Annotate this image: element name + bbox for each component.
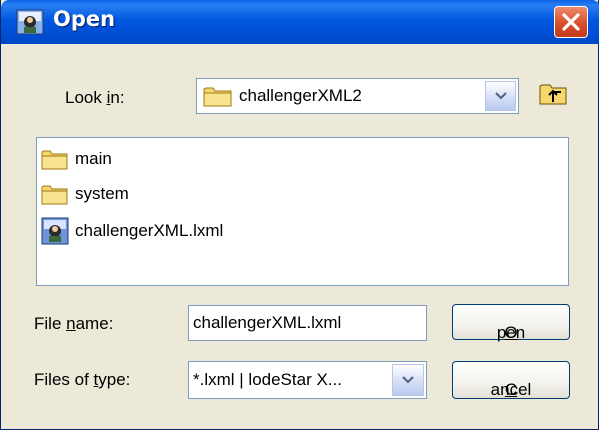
lodestar-app-icon <box>16 9 44 35</box>
file-name-input[interactable]: challengerXML.lxml <box>188 305 427 341</box>
cancel-button[interactable]: Cancel <box>452 361 570 399</box>
up-one-level-button[interactable] <box>537 77 569 109</box>
file-name-value: challengerXML.lxml <box>193 313 342 332</box>
folder-icon <box>203 87 232 107</box>
file-name-label: main <box>75 149 112 168</box>
folder-icon <box>41 185 68 205</box>
chevron-down-icon <box>494 92 507 100</box>
title-bar[interactable]: Open <box>1 0 599 44</box>
list-item-main[interactable]: main <box>41 145 241 173</box>
lxml-file-icon <box>41 217 69 245</box>
files-of-type-value: *.lxml | lodeStar X... <box>193 370 342 389</box>
file-name-label: File name: <box>34 314 114 333</box>
look-in-arrow-button[interactable] <box>485 81 516 111</box>
look-in-dropdown[interactable]: challengerXML2 <box>196 78 519 114</box>
list-item-challengerxml[interactable]: challengerXML.lxml <box>41 217 301 245</box>
open-button[interactable]: Open <box>452 304 570 342</box>
look-in-label: Look in: <box>65 88 125 107</box>
look-in-value: challengerXML2 <box>239 86 362 105</box>
list-item-system[interactable]: system <box>41 180 241 208</box>
files-of-type-label: Files of type: <box>34 370 131 389</box>
file-name-label: challengerXML.lxml <box>75 221 224 240</box>
close-button[interactable] <box>554 6 588 38</box>
open-dialog: Open Look in: challengerXML2 main system… <box>0 0 599 430</box>
folder-icon <box>41 150 68 170</box>
up-one-level-icon <box>539 84 567 105</box>
file-list[interactable]: main system challengerXML.lxml <box>36 137 569 286</box>
files-of-type-dropdown[interactable]: *.lxml | lodeStar X... <box>188 361 427 399</box>
file-name-label: system <box>75 184 129 203</box>
files-of-type-arrow-button[interactable] <box>392 364 424 396</box>
window-title: Open <box>53 7 116 31</box>
close-icon <box>562 13 580 31</box>
chevron-down-icon <box>402 376 414 384</box>
